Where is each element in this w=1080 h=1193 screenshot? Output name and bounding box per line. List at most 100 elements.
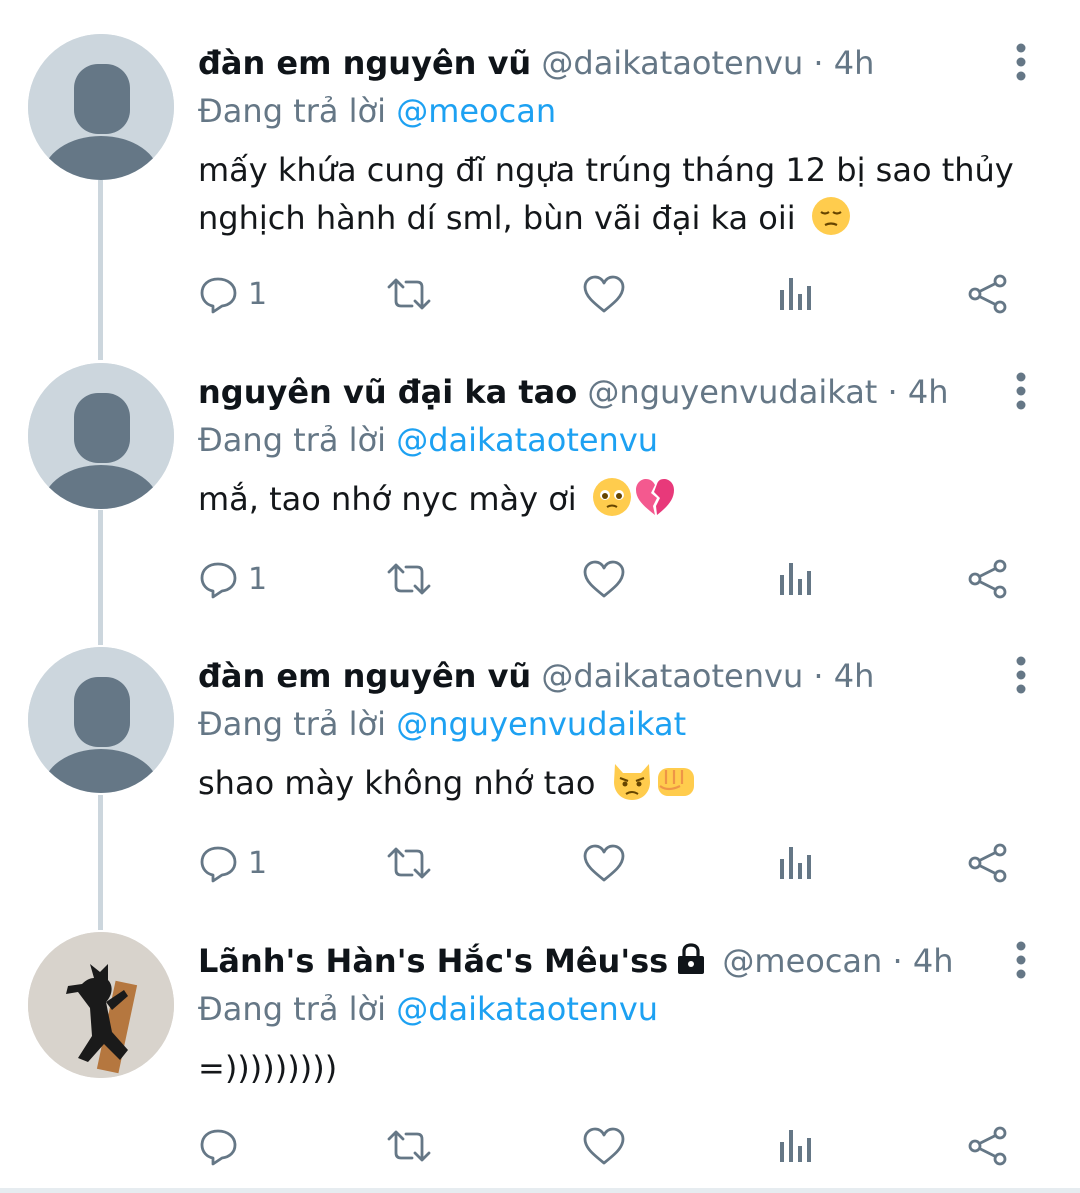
reply-icon (200, 562, 237, 599)
like-button[interactable] (582, 1122, 626, 1170)
analytics-button[interactable] (776, 270, 816, 318)
separator: · (892, 942, 903, 980)
oncoming-fist-icon (654, 760, 698, 815)
reply-count: 1 (248, 561, 268, 597)
timestamp[interactable]: 4h (834, 44, 875, 82)
mention-link[interactable]: @daikataotenvu (396, 421, 658, 459)
more-vertical-icon[interactable] (1008, 940, 1034, 980)
action-bar: 1 (198, 555, 1028, 603)
reply-button[interactable]: 1 (198, 555, 267, 603)
analytics-button[interactable] (776, 555, 816, 603)
mention-link[interactable]: @nguyenvudaikat (396, 705, 686, 743)
like-button[interactable] (582, 839, 626, 887)
mention-link[interactable]: @daikataotenvu (396, 990, 658, 1028)
retweet-button[interactable] (386, 1122, 432, 1170)
tweet-body: mắ, tao nhớ nyc mày ơi (198, 480, 577, 518)
reply-icon (200, 277, 237, 314)
action-bar: 1 (198, 839, 1028, 887)
like-icon (583, 560, 625, 598)
default-avatar-icon (28, 647, 174, 793)
tweet-text: mấy khứa cung đĩ ngựa trúng tháng 12 bị … (198, 146, 1018, 250)
separator: · (887, 373, 898, 411)
tweet-header: đàn em nguyên vũ @daikataotenvu · 4h (198, 655, 874, 697)
mention-link[interactable]: @meocan (396, 92, 556, 130)
retweet-button[interactable] (386, 555, 432, 603)
reply-button[interactable]: 1 (198, 270, 267, 318)
like-button[interactable] (582, 555, 626, 603)
share-icon (968, 559, 1007, 599)
tweet-text: mắ, tao nhớ nyc mày ơi (198, 475, 1018, 531)
tweet-body: shao mày không nhớ tao (198, 764, 596, 802)
replying-label: Đang trả lời (198, 990, 397, 1028)
timestamp[interactable]: 4h (834, 657, 875, 695)
replying-label: Đang trả lời (198, 421, 397, 459)
share-icon (968, 843, 1007, 883)
timestamp[interactable]: 4h (913, 942, 954, 980)
user-handle[interactable]: @daikataotenvu (541, 657, 803, 695)
tweet[interactable]: đàn em nguyên vũ @daikataotenvu · 4h Đan… (0, 34, 1080, 334)
reply-count: 1 (248, 276, 268, 312)
avatar[interactable] (28, 363, 174, 509)
default-avatar-icon (28, 363, 174, 509)
analytics-icon (780, 847, 811, 879)
replying-label: Đang trả lời (198, 705, 397, 743)
tweet-header: Lãnh's Hàn's Hắc's Mêu'ss @meocan · 4h (198, 940, 953, 986)
display-name[interactable]: nguyên vũ đại ka tao (198, 373, 577, 411)
like-button[interactable] (582, 270, 626, 318)
share-button[interactable] (966, 555, 1010, 603)
like-icon (583, 1127, 625, 1165)
tweet[interactable]: Lãnh's Hàn's Hắc's Mêu'ss @meocan · 4h Đ… (0, 932, 1080, 1182)
user-handle[interactable]: @daikataotenvu (541, 44, 803, 82)
share-button[interactable] (966, 839, 1010, 887)
analytics-icon (780, 563, 811, 595)
pouting-cat-icon (610, 760, 654, 815)
conversation-thread: đàn em nguyên vũ @daikataotenvu · 4h Đan… (0, 0, 1080, 1193)
reply-icon (200, 846, 237, 883)
tweet-body: =))))))))) (198, 1049, 338, 1087)
display-name[interactable]: đàn em nguyên vũ (198, 657, 531, 695)
analytics-icon (780, 1130, 811, 1162)
reply-button[interactable]: 1 (198, 839, 267, 887)
tweet-text: =))))))))) (198, 1044, 1018, 1092)
replying-to: Đang trả lời @meocan (198, 90, 556, 132)
retweet-icon (387, 1130, 431, 1162)
tweet-body: mấy khứa cung đĩ ngựa trúng tháng 12 bị … (198, 151, 1014, 237)
action-bar (198, 1122, 1028, 1170)
analytics-icon (780, 278, 811, 310)
tweet-text: shao mày không nhớ tao (198, 759, 1018, 815)
avatar[interactable] (28, 932, 174, 1078)
replying-label: Đang trả lời (198, 92, 397, 130)
retweet-button[interactable] (386, 270, 432, 318)
lock-icon (674, 942, 708, 986)
replying-to: Đang trả lời @daikataotenvu (198, 419, 658, 461)
black-cat-photo-icon (28, 932, 174, 1078)
tweet[interactable]: đàn em nguyên vũ @daikataotenvu · 4h Đan… (0, 647, 1080, 907)
display-name[interactable]: Lãnh's Hàn's Hắc's Mêu'ss (198, 942, 668, 980)
user-handle[interactable]: @meocan (722, 942, 882, 980)
retweet-icon (387, 563, 431, 595)
separator: · (813, 44, 824, 82)
replying-to: Đang trả lời @nguyenvudaikat (198, 703, 686, 745)
timestamp[interactable]: 4h (908, 373, 949, 411)
tweet[interactable]: nguyên vũ đại ka tao @nguyenvudaikat · 4… (0, 363, 1080, 623)
more-vertical-icon[interactable] (1008, 655, 1034, 695)
reply-button[interactable] (198, 1122, 248, 1170)
separator: · (813, 657, 824, 695)
user-handle[interactable]: @nguyenvudaikat (587, 373, 877, 411)
display-name[interactable]: đàn em nguyên vũ (198, 44, 531, 82)
tweet-header: nguyên vũ đại ka tao @nguyenvudaikat · 4… (198, 371, 949, 413)
share-button[interactable] (966, 1122, 1010, 1170)
like-icon (583, 844, 625, 882)
analytics-button[interactable] (776, 1122, 816, 1170)
retweet-button[interactable] (386, 839, 432, 887)
replying-to: Đang trả lời @daikataotenvu (198, 988, 658, 1030)
more-vertical-icon[interactable] (1008, 371, 1034, 411)
more-vertical-icon[interactable] (1008, 42, 1034, 82)
share-button[interactable] (966, 270, 1010, 318)
avatar[interactable] (28, 34, 174, 180)
pensive-face-icon (810, 195, 852, 250)
avatar[interactable] (28, 647, 174, 793)
like-icon (583, 275, 625, 313)
tweet-header: đàn em nguyên vũ @daikataotenvu · 4h (198, 42, 874, 84)
analytics-button[interactable] (776, 839, 816, 887)
